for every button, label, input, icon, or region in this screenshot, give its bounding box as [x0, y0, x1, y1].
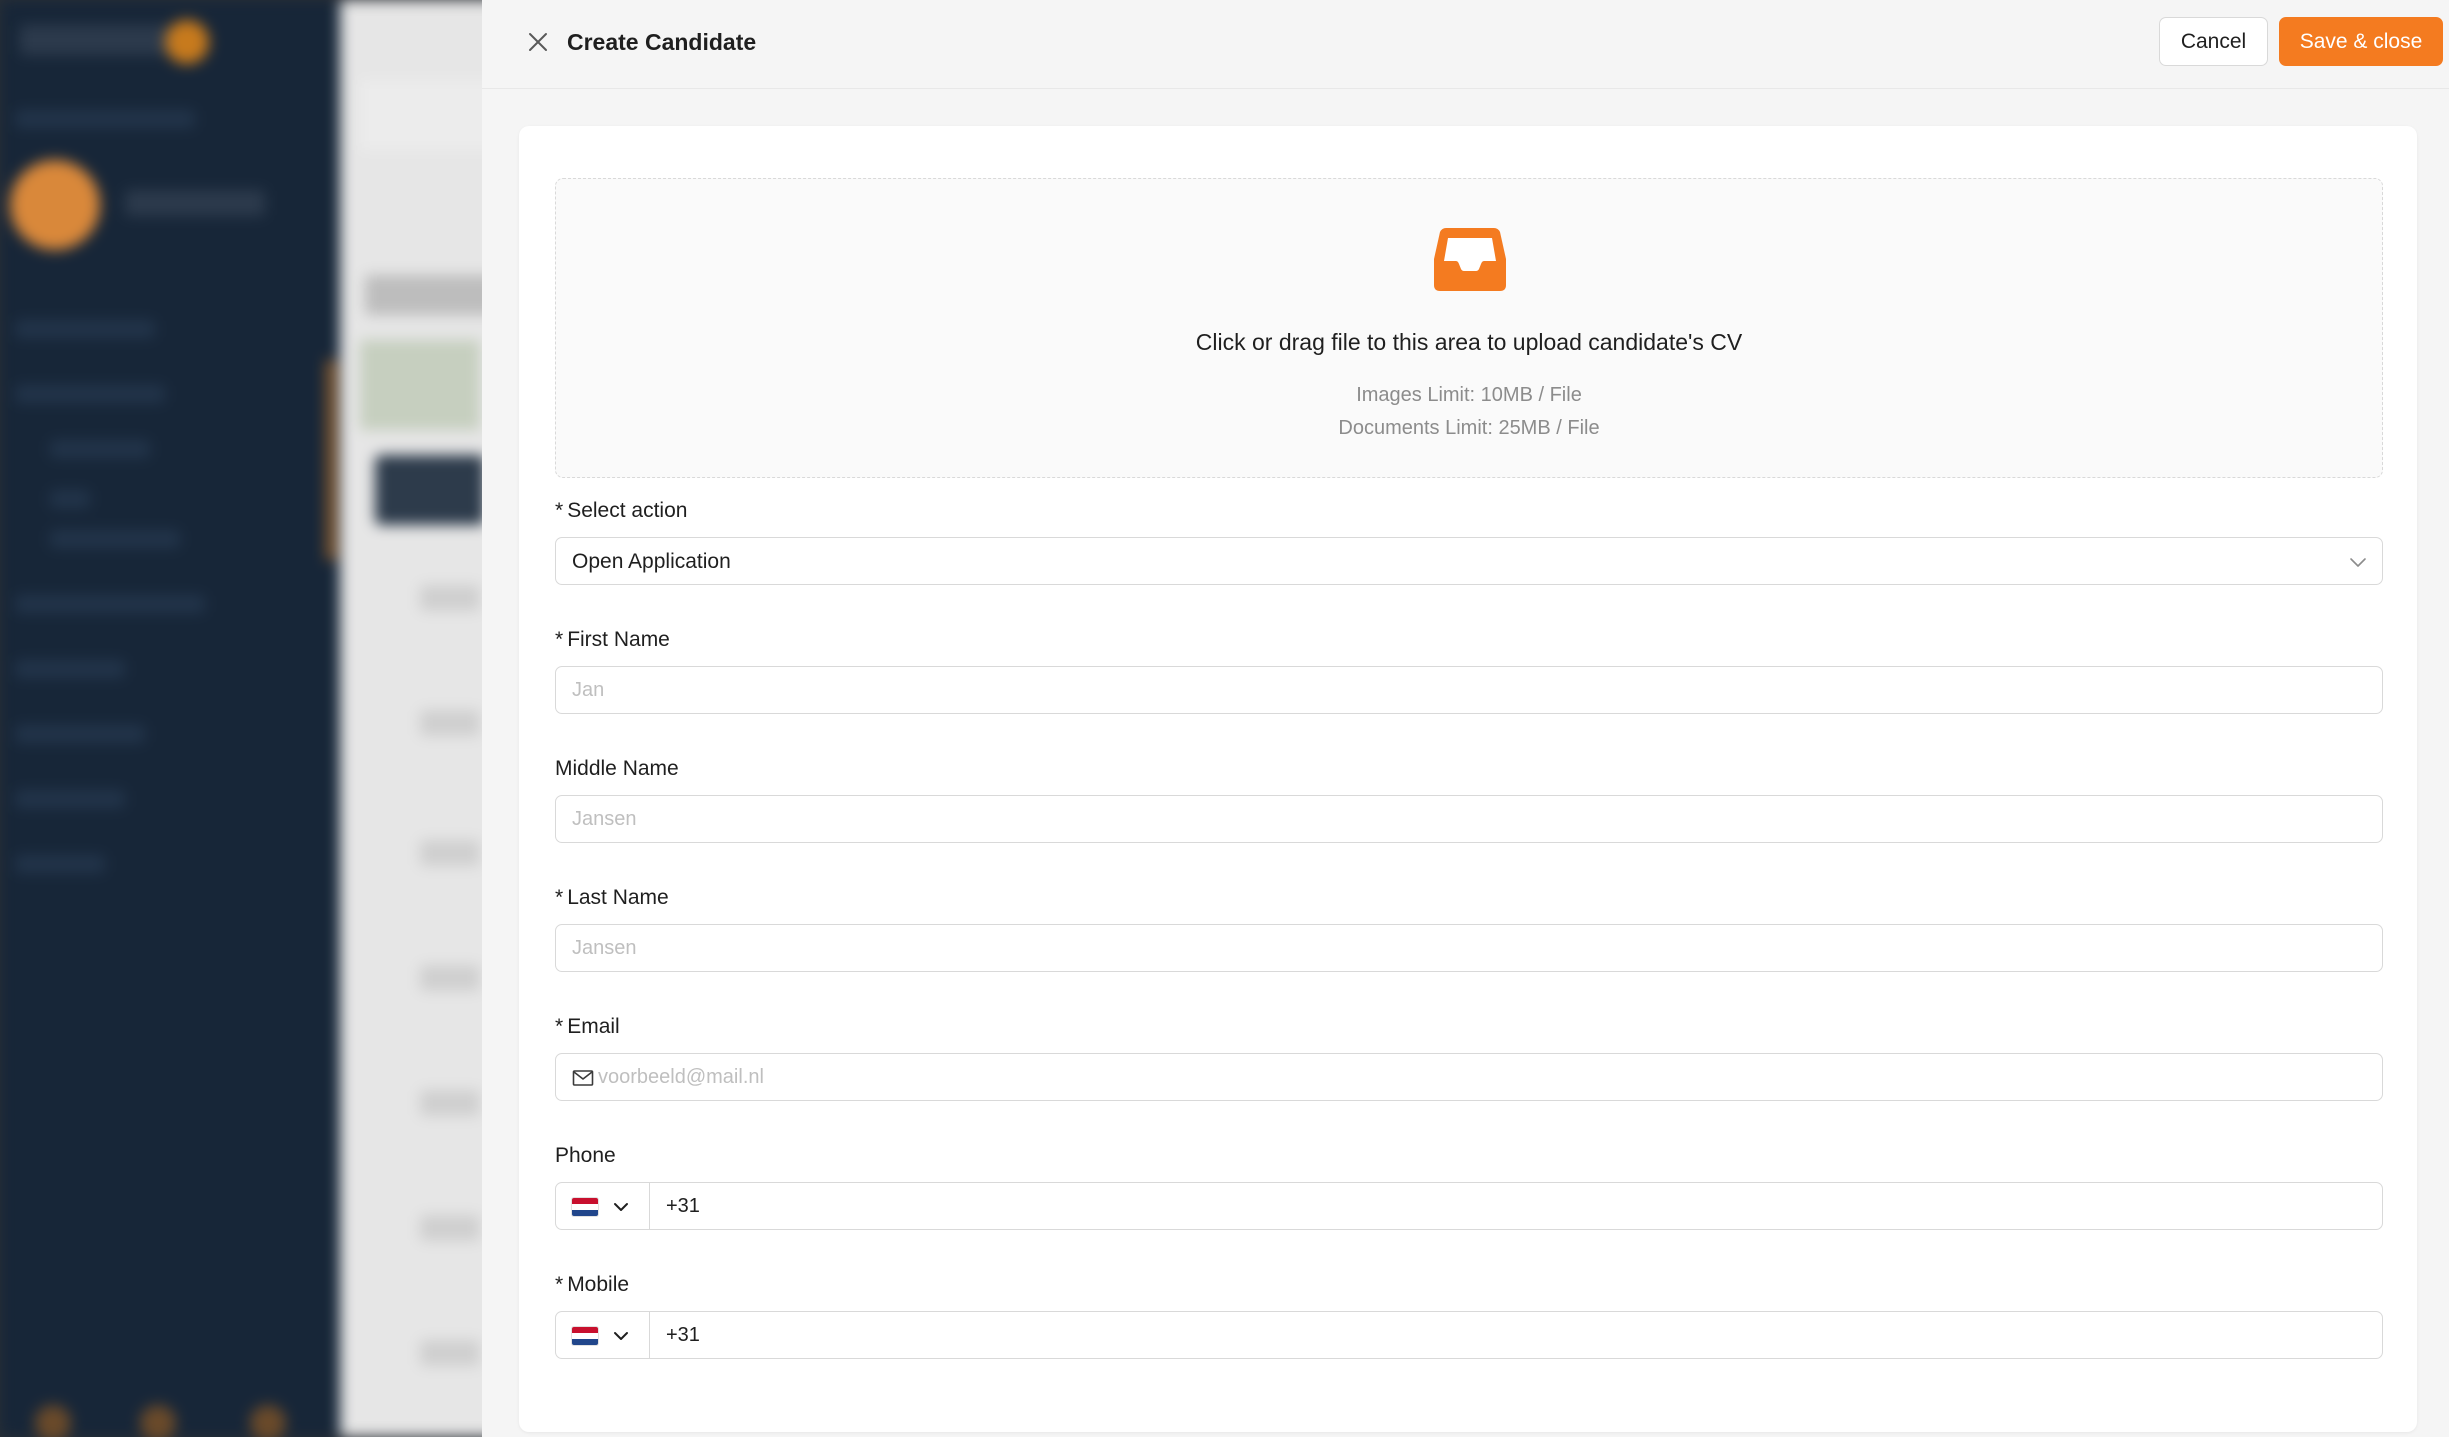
middle-name-field[interactable] [555, 795, 2383, 843]
email-field[interactable] [555, 1053, 2383, 1101]
last-name-label-text: Last Name [567, 886, 669, 909]
first-name-label-text: First Name [567, 628, 670, 651]
chevron-down-icon [614, 1332, 628, 1340]
netherlands-flag-icon [572, 1327, 598, 1345]
save-and-close-button[interactable]: Save & close [2279, 17, 2443, 66]
background-active-indicator [326, 360, 336, 560]
background-user-name [125, 190, 265, 216]
background-row [420, 1340, 480, 1366]
background-menu-item [50, 440, 150, 458]
background-row [420, 710, 480, 736]
cancel-button[interactable]: Cancel [2159, 17, 2268, 66]
email-input[interactable] [598, 1054, 2358, 1100]
background-row [420, 1090, 480, 1116]
select-action-label: * Select action [555, 498, 687, 524]
phone-label: Phone [555, 1144, 616, 1167]
close-icon [529, 33, 547, 51]
background-menu-item [15, 110, 195, 128]
background-menu-item [15, 790, 125, 808]
email-label-text: Email [567, 1015, 620, 1038]
middle-name-label: Middle Name [555, 757, 679, 780]
mobile-field[interactable] [555, 1311, 2383, 1359]
required-marker: * [555, 1273, 564, 1296]
mobile-label: * Mobile [555, 1272, 629, 1298]
create-candidate-drawer: Create Candidate Cancel Save & close Cli… [482, 0, 2449, 1437]
background-logo [20, 25, 170, 55]
background-menu-item [15, 385, 165, 403]
background-menu-item [15, 855, 105, 873]
select-action-label-text: Select action [567, 499, 688, 522]
mobile-input[interactable] [666, 1312, 2366, 1358]
background-menu-item [50, 490, 90, 508]
background-card [360, 340, 480, 430]
mail-icon [572, 1070, 594, 1086]
first-name-label: * First Name [555, 627, 670, 653]
mobile-label-text: Mobile [567, 1273, 630, 1296]
last-name-label: * Last Name [555, 885, 669, 911]
required-marker: * [555, 1015, 564, 1038]
background-footer-icon [35, 1405, 71, 1437]
netherlands-flag-icon [572, 1198, 598, 1216]
background-logo-mark [165, 20, 209, 64]
background-row [420, 585, 480, 611]
last-name-input[interactable] [572, 925, 2362, 971]
select-action-value: Open Application [572, 550, 731, 573]
background-sidebar [0, 0, 340, 1437]
background-menu-item [50, 530, 180, 548]
background-button [375, 455, 485, 525]
background-row [420, 840, 480, 866]
upload-instruction: Click or drag file to this area to uploa… [1195, 329, 1743, 355]
first-name-field[interactable] [555, 666, 2383, 714]
background-row [420, 965, 480, 991]
mobile-country-select[interactable] [556, 1312, 650, 1358]
form-card: Click or drag file to this area to uploa… [519, 126, 2417, 1432]
close-button[interactable] [522, 26, 554, 58]
chevron-down-icon [614, 1203, 628, 1211]
phone-country-select[interactable] [556, 1183, 650, 1229]
required-marker: * [555, 499, 564, 522]
background-avatar [10, 160, 100, 250]
first-name-input[interactable] [572, 667, 2362, 713]
required-marker: * [555, 628, 564, 651]
inbox-icon [1434, 228, 1506, 291]
select-action-dropdown[interactable]: Open Application [555, 537, 2383, 585]
required-marker: * [555, 886, 564, 909]
drawer-header: Create Candidate Cancel Save & close [482, 0, 2449, 89]
background-menu-item [15, 595, 205, 613]
background-footer-icon [140, 1405, 176, 1437]
cv-upload-dropzone[interactable]: Click or drag file to this area to uploa… [555, 178, 2383, 478]
background-footer-icon [250, 1405, 286, 1437]
background-menu-item [15, 320, 155, 338]
chevron-down-icon [2350, 558, 2366, 567]
phone-field[interactable] [555, 1182, 2383, 1230]
last-name-field[interactable] [555, 924, 2383, 972]
drawer-title: Create Candidate [567, 29, 757, 55]
documents-limit-text: Documents Limit: 25MB / File [1338, 417, 1600, 439]
background-row [420, 1215, 480, 1241]
background-menu-item [15, 725, 145, 743]
images-limit-text: Images Limit: 10MB / File [1356, 384, 1582, 406]
phone-input[interactable] [666, 1183, 2366, 1229]
email-label: * Email [555, 1014, 620, 1040]
middle-name-input[interactable] [572, 796, 2362, 842]
background-menu-item [15, 660, 125, 678]
